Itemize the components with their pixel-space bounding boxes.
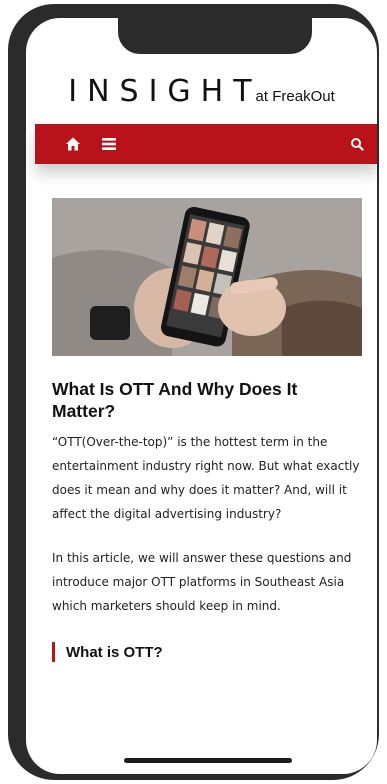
search-icon[interactable]: [349, 136, 365, 152]
home-icon[interactable]: [65, 136, 81, 152]
article-paragraph: “OTT(Over-the-top)” is the hottest term …: [52, 435, 360, 521]
hands-holding-phone-image: [52, 198, 362, 356]
article-paragraph: In this article, we will answer these qu…: [52, 551, 352, 613]
logo-main: INSIGHT: [68, 74, 262, 109]
phone-screen: INSIGHTat FreakOut What Is OTT And Why D…: [26, 18, 377, 774]
phone-notch: [118, 18, 312, 54]
section-accent-bar: [52, 642, 55, 662]
phone-frame: INSIGHTat FreakOut What Is OTT And Why D…: [8, 4, 379, 780]
home-indicator: [124, 758, 292, 763]
nav-bar: [35, 124, 377, 164]
section-heading: What is OTT?: [52, 642, 362, 662]
article-title: What Is OTT And Why Does It Matter?: [52, 379, 298, 421]
article-hero-image[interactable]: [52, 198, 362, 356]
site-logo[interactable]: INSIGHTat FreakOut: [26, 74, 377, 109]
logo-sub: at FreakOut: [255, 88, 335, 105]
article-content: What Is OTT And Why Does It Matter? “OTT…: [52, 198, 362, 662]
section-heading-text: What is OTT?: [66, 643, 163, 661]
menu-icon[interactable]: [101, 136, 117, 152]
